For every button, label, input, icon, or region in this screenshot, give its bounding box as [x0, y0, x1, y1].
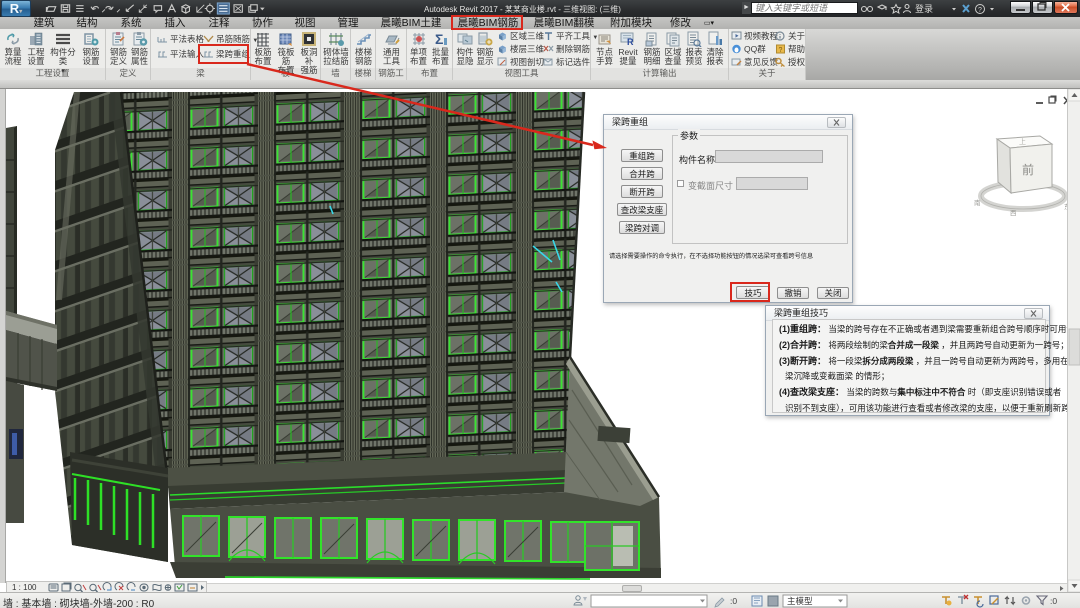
svg-text:Σ: Σ [435, 31, 443, 47]
svg-text:西: 西 [1010, 209, 1017, 217]
svg-text:R: R [627, 37, 634, 47]
svg-text:登录: 登录 [915, 4, 933, 14]
svg-text::0: :0 [1050, 596, 1057, 606]
svg-text::0: :0 [730, 596, 737, 606]
svg-text:?: ? [779, 47, 783, 54]
svg-text:上: 上 [1019, 137, 1026, 146]
svg-text:南: 南 [974, 198, 981, 207]
svg-text:?: ? [978, 7, 982, 14]
svg-text:前: 前 [1022, 162, 1034, 177]
svg-text:主模型: 主模型 [787, 596, 813, 606]
